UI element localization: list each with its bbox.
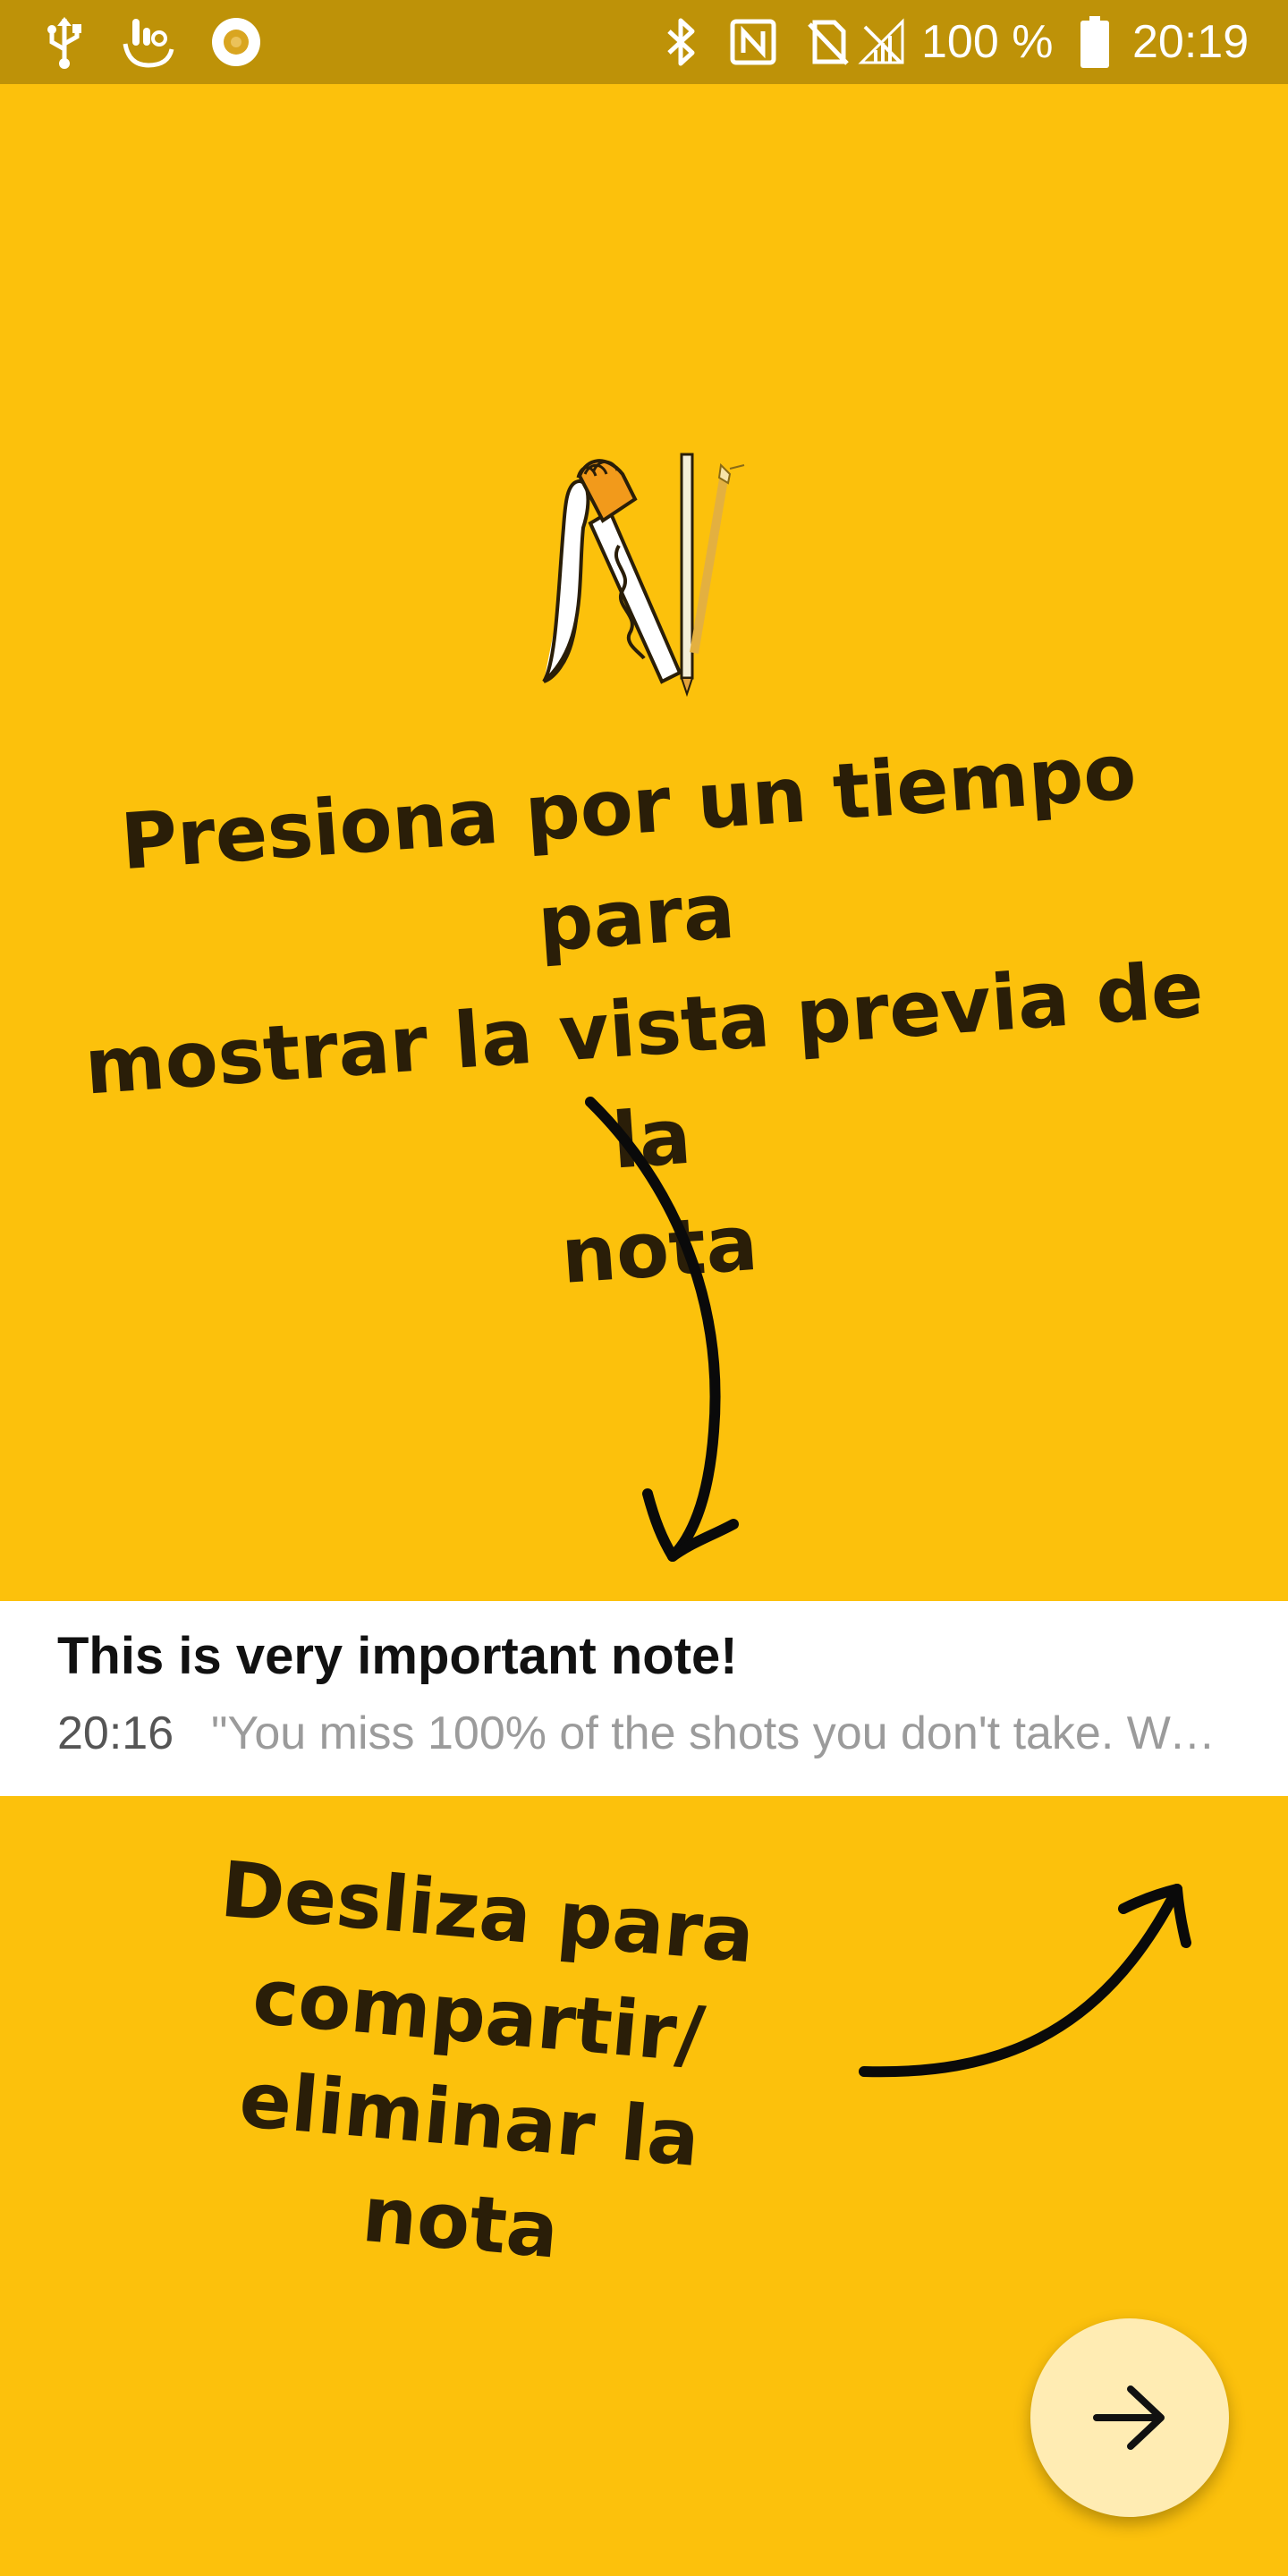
next-button[interactable] (1030, 2318, 1229, 2517)
app-logo (537, 447, 751, 698)
note-list-item[interactable]: This is very important note! 20:16 "You … (0, 1601, 1288, 1796)
touch-gesture-icon (120, 0, 177, 84)
curved-arrow-down-icon (585, 1097, 739, 1562)
record-icon (208, 0, 265, 84)
no-signal-icon (857, 0, 907, 84)
note-time: 20:16 (57, 1707, 174, 1759)
nfc-icon (726, 0, 780, 84)
note-preview: "You miss 100% of the shots you don't ta… (211, 1707, 1222, 1759)
swipe-hint: Desliza para compartir/ eliminar la nota (216, 1844, 758, 2276)
battery-icon (1077, 0, 1113, 84)
bluetooth-icon (660, 0, 703, 84)
battery-percent: 100 % (921, 16, 1054, 68)
status-time: 20:19 (1132, 16, 1250, 68)
status-bar: 100 % 20:19 (0, 0, 1288, 84)
no-sim-icon (803, 0, 853, 84)
usb-icon (39, 0, 89, 84)
curved-arrow-up-icon (859, 1884, 1191, 2078)
note-title: This is very important note! (57, 1627, 738, 1685)
arrow-right-icon (1093, 2385, 1165, 2450)
